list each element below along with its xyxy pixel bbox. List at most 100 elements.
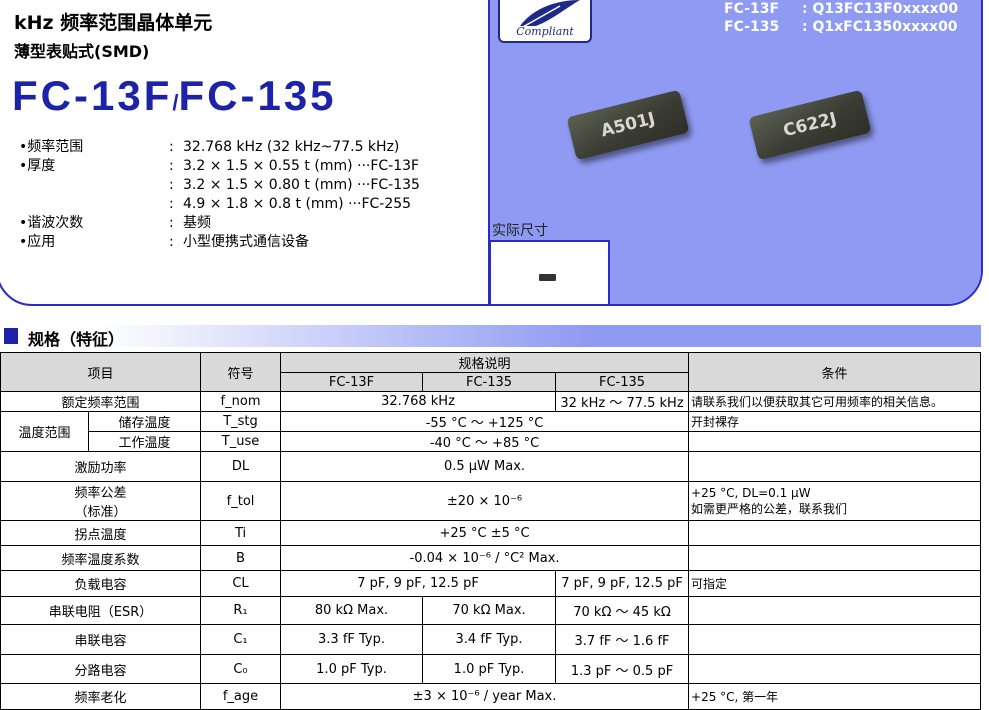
row-item: 频率公差 （标准） — [0, 481, 202, 521]
feature-colon: : — [169, 215, 174, 231]
row-symbol: C₁ — [200, 624, 282, 655]
feature-colon: : — [169, 139, 174, 155]
feature-colon: : — [169, 158, 174, 174]
row-item: 储存温度 — [87, 411, 202, 432]
page-title: kHz 频率范围晶体单元 — [14, 12, 213, 34]
row-value: 0.5 µW Max. — [280, 451, 690, 482]
row-group: 温度范围 — [0, 411, 89, 452]
row-item-line: （标准） — [74, 505, 127, 520]
row-value: 70 kΩ ～ 45 kΩ — [555, 596, 690, 625]
header-model-2: FC-135 — [422, 372, 557, 392]
feature-colon: : — [169, 234, 174, 250]
feature-value: 32.768 kHz (32 kHz~77.5 kHz) — [183, 139, 400, 155]
table-row: 串联电容 C₁ 3.3 fF Typ. 3.4 fF Typ. 3.7 fF ～… — [0, 624, 982, 655]
row-condition — [688, 596, 982, 625]
table-row: 频率老化 f_age ±3 × 10⁻⁶ / year Max. +25 °C,… — [0, 683, 982, 710]
feature-value: 小型便携式通信设备 — [183, 234, 309, 250]
rohs-compliant-logo: Compliant — [498, 0, 592, 43]
row-item: 频率温度系数 — [0, 545, 202, 571]
row-symbol: R₁ — [200, 596, 282, 625]
logo-text: Compliant — [516, 25, 574, 38]
section-title: 规格（特征） — [28, 330, 125, 349]
table-row: 分路电容 C₀ 1.0 pF Typ. 1.0 pF Typ. 1.3 pF ～… — [0, 654, 982, 684]
actual-size-chip — [539, 274, 556, 281]
row-value: 1.0 pF Typ. — [422, 654, 557, 684]
row-item: 工作温度 — [87, 431, 202, 452]
feature-colon: : — [169, 196, 174, 212]
row-value: 3.7 fF ～ 1.6 fF — [555, 624, 690, 655]
table-row: 拐点温度 Ti +25 °C ±5 °C — [0, 520, 982, 546]
feature-list: •频率范围:32.768 kHz (32 kHz~77.5 kHz) •厚度:3… — [19, 138, 420, 252]
feature-label: •频率范围 — [19, 139, 84, 155]
row-symbol: f_age — [200, 683, 282, 710]
table-row: 工作温度 T_use -40 °C ～ +85 °C — [1, 431, 982, 452]
feature-colon: : — [169, 177, 174, 193]
actual-size-box — [489, 240, 610, 306]
model-b: FC-135 — [178, 72, 337, 119]
row-item: 分路电容 — [0, 654, 202, 684]
row-value: 3.3 fF Typ. — [280, 624, 424, 655]
table-row: 串联电阻（ESR） R₁ 80 kΩ Max. 70 kΩ Max. 70 kΩ… — [0, 596, 982, 625]
row-condition — [688, 624, 982, 655]
row-symbol: f_tol — [200, 481, 282, 521]
part-number-list: FC-13F : Q13FC13F0xxxx00 FC-135 : Q1xFC135… — [724, 0, 958, 36]
row-value: 7 pF, 9 pF, 12.5 pF — [280, 570, 557, 597]
part-code: : Q13FC13F0xxxx00 — [802, 1, 959, 17]
header-symbol: 符号 — [200, 352, 282, 392]
row-symbol: f_nom — [200, 391, 282, 412]
row-value: +25 °C ±5 °C — [280, 520, 690, 546]
feature-row: •应用: 小型便携式通信设备 — [19, 233, 420, 252]
header-spec: 规格说明 — [280, 352, 690, 373]
feature-row: :3.2 × 1.5 × 0.80 t (mm) ···FC-135 — [19, 176, 420, 195]
part-model: FC-13F — [724, 1, 780, 17]
feature-label: •应用 — [19, 234, 56, 250]
section-header: 规格（特征） — [0, 325, 981, 349]
row-item: 频率老化 — [0, 683, 202, 710]
row-value: -55 °C ～ +125 °C — [280, 411, 690, 432]
feature-value: 4.9 × 1.8 × 0.8 t (mm) ···FC-255 — [183, 196, 412, 212]
row-item: 额定频率范围 — [0, 391, 202, 412]
row-item: 负载电容 — [0, 570, 202, 597]
header-item: 项目 — [0, 352, 202, 392]
row-condition: +25 °C, DL=0.1 µW 如需更严格的公差，联系我们 — [688, 481, 982, 521]
part-model: FC-135 — [724, 19, 780, 35]
row-condition — [688, 545, 982, 571]
page-subtitle: 薄型表贴式(SMD) — [14, 42, 150, 61]
spec-table: 项目 符号 规格说明 条件 FC-13F FC-135 FC-135 额定频率范… — [0, 352, 982, 710]
row-condition — [688, 654, 982, 684]
table-row: 负载电容 CL 7 pF, 9 pF, 12.5 pF 7 pF, 9 pF, … — [0, 570, 982, 597]
part-code: : Q1xFC1350xxxx00 — [802, 19, 958, 35]
section-marker-icon — [4, 328, 18, 344]
feature-row: :4.9 × 1.8 × 0.8 t (mm) ···FC-255 — [19, 195, 420, 214]
feature-label — [19, 176, 169, 195]
header-model-3: FC-135 — [555, 372, 690, 392]
feature-value: 3.2 × 1.5 × 0.80 t (mm) ···FC-135 — [183, 177, 420, 193]
row-value: 1.3 pF ～ 0.5 pF — [555, 654, 690, 684]
table-header-row: 项目 符号 规格说明 条件 — [0, 352, 982, 392]
row-condition-line: 如需更严格的公差，联系我们 — [691, 501, 848, 516]
header-conditions: 条件 — [688, 352, 982, 392]
row-value: -0.04 × 10⁻⁶ / °C² Max. — [280, 545, 690, 571]
row-value: ±3 × 10⁻⁶ / year Max. — [280, 683, 690, 710]
row-symbol: T_use — [200, 431, 282, 452]
table-row: 额定频率范围 f_nom 32.768 kHz 32 kHz ～ 77.5 kH… — [0, 391, 982, 412]
row-value: 32 kHz ～ 77.5 kHz — [555, 391, 690, 412]
row-item: 串联电阻（ESR） — [0, 596, 202, 625]
row-item: 拐点温度 — [0, 520, 202, 546]
row-symbol: Ti — [200, 520, 282, 546]
row-value: -40 °C ～ +85 °C — [280, 431, 690, 452]
row-value: 1.0 pF Typ. — [280, 654, 424, 684]
feature-value: 基频 — [183, 215, 211, 231]
table-row: 激励功率 DL 0.5 µW Max. — [0, 451, 982, 482]
feature-label — [19, 195, 169, 214]
chip-marking: C622J — [781, 108, 839, 142]
row-item-line: 频率公差 — [74, 486, 127, 501]
row-item: 串联电容 — [0, 624, 202, 655]
row-value: 32.768 kHz — [280, 391, 557, 412]
feature-label: •谐波次数 — [19, 215, 84, 231]
feature-label: •厚度 — [19, 158, 56, 174]
model-a: FC-13F — [12, 72, 173, 119]
row-condition: 可指定 — [688, 570, 982, 597]
row-symbol: T_stg — [200, 411, 282, 432]
row-value: 80 kΩ Max. — [280, 596, 424, 625]
